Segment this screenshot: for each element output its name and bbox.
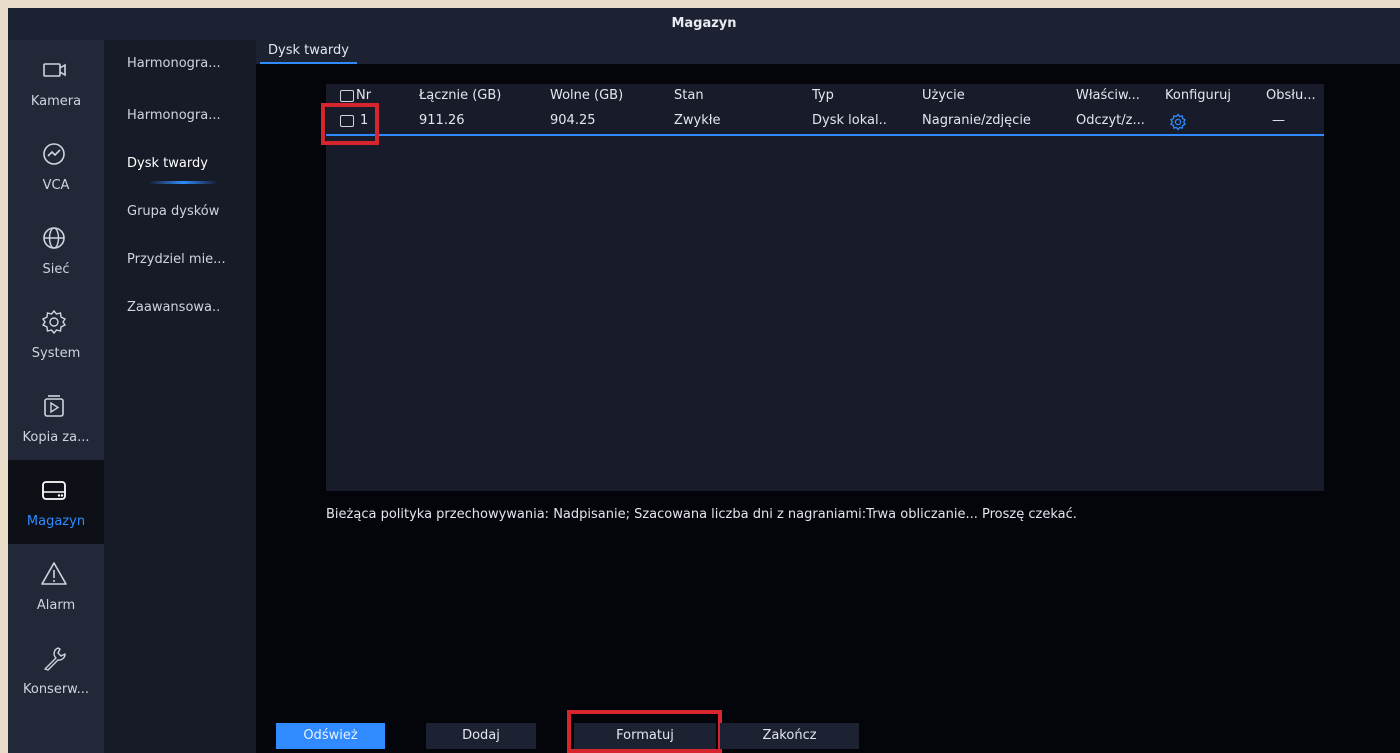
add-button[interactable]: Dodaj bbox=[426, 723, 536, 749]
submenu-item-label: Dysk twardy bbox=[127, 156, 208, 171]
sidebar-item-label: VCA bbox=[42, 178, 70, 193]
globe-icon bbox=[43, 227, 65, 249]
submenu-item-label: Grupa dysków bbox=[127, 204, 220, 219]
refresh-button[interactable]: Odśwież bbox=[276, 723, 385, 749]
cell-type: Dysk lokal.. bbox=[812, 113, 887, 128]
format-button[interactable]: Formatuj bbox=[574, 723, 716, 749]
submenu-item-label: Harmonogra... bbox=[127, 108, 221, 123]
submenu-item-label: Zaawansowa.. bbox=[127, 300, 221, 315]
warning-triangle-icon bbox=[41, 562, 67, 585]
cell-property: Odczyt/z... bbox=[1076, 113, 1145, 128]
sidebar-item-vca[interactable]: VCA bbox=[8, 124, 104, 208]
column-header-configure: Konfiguruj bbox=[1165, 88, 1231, 103]
vca-icon bbox=[43, 143, 65, 165]
sidebar-item-label: Kamera bbox=[30, 94, 82, 109]
sidebar-item-alarm[interactable]: Alarm bbox=[8, 544, 104, 628]
cell-status: Zwykłe bbox=[674, 113, 721, 128]
submenu-item-allocate-space[interactable]: Przydziel mie... bbox=[104, 244, 256, 292]
storage-submenu: Harmonogra... Harmonogra... Dysk twardy … bbox=[104, 40, 256, 753]
main-sidebar: Kamera VCA Sieć System Kopia za... Magaz… bbox=[8, 40, 104, 753]
tab-hard-disk[interactable]: Dysk twardy bbox=[260, 40, 357, 64]
configure-gear-icon[interactable] bbox=[1169, 113, 1187, 131]
submenu-item-hard-disk[interactable]: Dysk twardy bbox=[104, 148, 256, 196]
submenu-item-disk-group[interactable]: Grupa dysków bbox=[104, 196, 256, 244]
column-header-type: Typ bbox=[812, 88, 834, 103]
cell-free: 904.25 bbox=[550, 113, 596, 128]
column-header-usage: Użycie bbox=[922, 88, 965, 103]
window-title: Magazyn bbox=[8, 8, 1400, 40]
submenu-item-schedule-record[interactable]: Harmonogra... bbox=[104, 48, 256, 96]
sidebar-item-label: Kopia za... bbox=[22, 430, 90, 445]
column-header-property: Właściw... bbox=[1076, 88, 1140, 103]
sidebar-item-network[interactable]: Sieć bbox=[8, 208, 104, 292]
active-indicator bbox=[148, 181, 218, 184]
tab-bar: Dysk twardy bbox=[256, 40, 1400, 64]
table-header: Nr Łącznie (GB) Wolne (GB) Stan Typ Użyc… bbox=[326, 84, 1324, 108]
sidebar-item-label: System bbox=[31, 346, 81, 361]
sidebar-item-system[interactable]: System bbox=[8, 292, 104, 376]
cell-total: 911.26 bbox=[419, 113, 465, 128]
column-header-status: Stan bbox=[674, 88, 704, 103]
storage-window: Magazyn Kamera VCA Sieć System Kopia za.… bbox=[8, 8, 1400, 753]
submenu-item-advanced[interactable]: Zaawansowa.. bbox=[104, 292, 256, 340]
sidebar-item-storage[interactable]: Magazyn bbox=[8, 460, 104, 544]
sidebar-item-label: Sieć bbox=[42, 262, 70, 277]
gear-icon bbox=[41, 309, 67, 335]
submenu-item-label: Harmonogra... bbox=[127, 56, 221, 71]
cell-service: — bbox=[1272, 113, 1285, 128]
camera-icon bbox=[43, 63, 66, 77]
hard-drive-icon bbox=[42, 481, 66, 500]
select-all-checkbox[interactable] bbox=[340, 90, 354, 102]
column-header-service: Obsłu... bbox=[1266, 88, 1316, 103]
sidebar-item-label: Magazyn bbox=[26, 514, 86, 529]
wrench-icon bbox=[44, 647, 66, 671]
disk-table: Nr Łącznie (GB) Wolne (GB) Stan Typ Użyc… bbox=[326, 84, 1324, 491]
column-header-free: Wolne (GB) bbox=[550, 88, 624, 103]
sidebar-item-label: Konserw... bbox=[22, 682, 90, 697]
sidebar-item-backup[interactable]: Kopia za... bbox=[8, 376, 104, 460]
backup-play-icon bbox=[44, 395, 64, 417]
cell-usage: Nagranie/zdjęcie bbox=[922, 113, 1031, 128]
sidebar-item-label: Alarm bbox=[36, 598, 76, 613]
sidebar-item-maintenance[interactable]: Konserw... bbox=[8, 628, 104, 712]
sidebar-item-camera[interactable]: Kamera bbox=[8, 40, 104, 124]
column-header-total: Łącznie (GB) bbox=[419, 88, 502, 103]
highlight-row-checkbox bbox=[321, 103, 379, 145]
close-button[interactable]: Zakończ bbox=[720, 723, 859, 749]
submenu-item-schedule-snapshot[interactable]: Harmonogra... bbox=[104, 100, 256, 148]
submenu-item-label: Przydziel mie... bbox=[127, 252, 226, 267]
storage-policy-text: Bieżąca polityka przechowywania: Nadpisa… bbox=[326, 507, 1077, 522]
table-row[interactable]: 1 911.26 904.25 Zwykłe Dysk lokal.. Nagr… bbox=[326, 108, 1324, 136]
